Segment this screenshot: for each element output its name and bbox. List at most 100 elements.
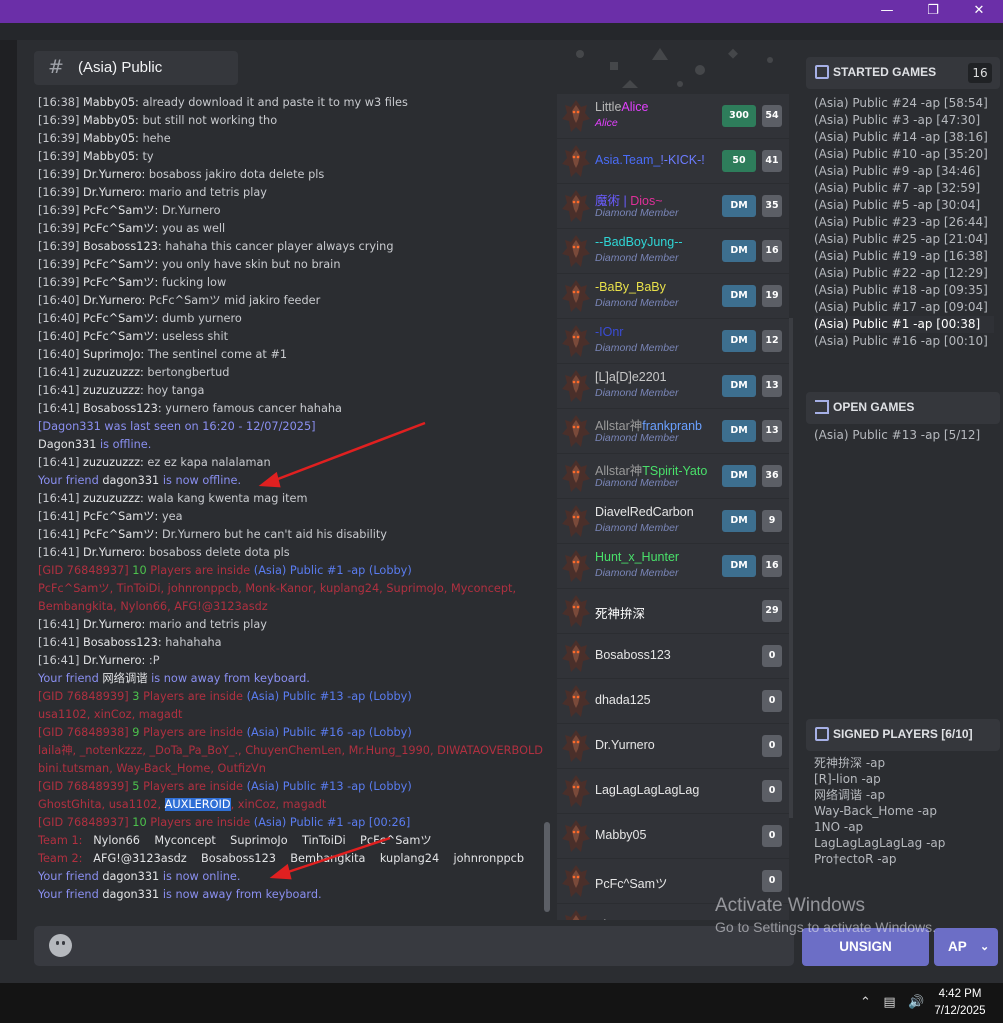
signed-player-item: LagLagLagLagLag -ap bbox=[814, 836, 946, 850]
player-row[interactable]: dhada125 0 bbox=[557, 679, 789, 724]
signed-player-item: [R]-lion -ap bbox=[814, 772, 881, 786]
player-row[interactable]: LagLagLagLagLag 0 bbox=[557, 769, 789, 814]
player-name: LagLagLagLagLag bbox=[595, 783, 700, 797]
channel-title: (Asia) Public bbox=[78, 59, 163, 76]
player-list-scrollbar[interactable] bbox=[789, 318, 793, 818]
chat-input[interactable] bbox=[34, 926, 794, 966]
player-badge: DM bbox=[722, 555, 756, 577]
player-level: 35 bbox=[762, 195, 782, 217]
close-icon[interactable]: ✕ bbox=[956, 0, 1002, 23]
chat-scrollbar-thumb[interactable] bbox=[544, 822, 550, 912]
player-list[interactable]: LittleAlice Alice 300 54 Asia.Team_!-KICK-! 5… bbox=[557, 94, 789, 920]
chevron-down-icon: ⌄ bbox=[980, 941, 990, 953]
player-level: 41 bbox=[762, 150, 782, 172]
ap-dropdown-button[interactable]: AP ⌄ bbox=[934, 928, 998, 966]
started-game-item[interactable]: (Asia) Public #3 -ap [47:30] bbox=[814, 112, 994, 129]
avatar bbox=[561, 144, 591, 178]
player-row[interactable]: LittleAlice Alice 300 54 bbox=[557, 94, 789, 139]
avatar bbox=[561, 99, 591, 133]
chat-message: [16:39] PcFc^Samツ: you only have skin bu… bbox=[38, 258, 341, 271]
player-name: -BaBy_BaBy bbox=[595, 280, 666, 294]
started-game-item[interactable]: (Asia) Public #17 -ap [09:04] bbox=[814, 299, 994, 316]
player-row[interactable]: -BaBy_BaBy Diamond Member DM 19 bbox=[557, 274, 789, 319]
chat-message: [16:39] Mabby05: but still not working t… bbox=[38, 114, 278, 127]
taskbar-clock[interactable]: 4:42 PM 7/12/2025 bbox=[925, 986, 995, 1020]
player-row[interactable]: --BadBoyJung-- Diamond Member DM 16 bbox=[557, 229, 789, 274]
restore-icon[interactable]: ❐ bbox=[910, 0, 956, 23]
started-game-item[interactable]: (Asia) Public #16 -ap [00:10] bbox=[814, 333, 994, 350]
game-player-list: usa1102, xinCoz, magadt bbox=[38, 708, 183, 721]
started-game-item[interactable]: (Asia) Public #22 -ap [12:29] bbox=[814, 265, 994, 282]
player-row[interactable]: -IOnr Diamond Member DM 12 bbox=[557, 319, 789, 364]
started-game-item[interactable]: (Asia) Public #23 -ap [26:44] bbox=[814, 214, 994, 231]
chat-message: [16:38] Mabby05: already download it and… bbox=[38, 96, 408, 109]
player-row[interactable]: Mabby05 0 bbox=[557, 814, 789, 859]
enter-icon bbox=[815, 400, 829, 414]
player-rank: Diamond Member bbox=[595, 297, 679, 309]
player-level: 0 bbox=[762, 735, 782, 757]
player-row[interactable]: 魔術 | Dios~ Diamond Member DM 35 bbox=[557, 184, 789, 229]
started-game-item[interactable]: (Asia) Public #5 -ap [30:04] bbox=[814, 197, 994, 214]
player-row[interactable]: [L]a[D]e2201 Diamond Member DM 13 bbox=[557, 364, 789, 409]
chat-message: [16:41] Dr.Yurnero: bosaboss delete dota… bbox=[38, 546, 290, 559]
player-level: 0 bbox=[762, 825, 782, 847]
emoji-icon[interactable] bbox=[49, 934, 72, 957]
player-name: [L]a[D]e2201 bbox=[595, 370, 667, 384]
player-level: 0 bbox=[762, 645, 782, 667]
player-rank: Diamond Member bbox=[595, 252, 679, 264]
team-1-line: Team 1: Nylon66 Myconcept SuprimoJo TinT… bbox=[38, 834, 432, 847]
system-tray[interactable]: ⌃ ▤ 🔊 bbox=[860, 995, 924, 1010]
activation-watermark: Activate Windows Go to Settings to activ… bbox=[715, 895, 936, 935]
volume-icon[interactable]: 🔊 bbox=[908, 995, 924, 1010]
signed-player-item: Pro†ectoR -ap bbox=[814, 852, 897, 866]
player-badge: 50 bbox=[722, 150, 756, 172]
started-game-item[interactable]: (Asia) Public #18 -ap [09:35] bbox=[814, 282, 994, 299]
started-game-item[interactable]: (Asia) Public #7 -ap [32:59] bbox=[814, 180, 994, 197]
avatar bbox=[561, 774, 591, 808]
player-row[interactable]: Bosaboss123 0 bbox=[557, 634, 789, 679]
player-row[interactable]: DiavelRedCarbon Diamond Member DM 9 bbox=[557, 499, 789, 544]
chat-system-line: [Dagon331 was last seen on 16:20 - 12/07… bbox=[38, 420, 316, 433]
started-game-item[interactable]: (Asia) Public #1 -ap [00:38] bbox=[814, 316, 994, 333]
chat-message: [16:40] SuprimoJo: The sentinel come at … bbox=[38, 348, 288, 361]
chat-message: [16:40] PcFc^Samツ: useless shit bbox=[38, 330, 229, 343]
chevron-up-icon[interactable]: ⌃ bbox=[860, 995, 871, 1010]
player-row[interactable]: Hunt_x_Hunter Diamond Member DM 16 bbox=[557, 544, 789, 589]
toolbar-strip bbox=[0, 23, 1003, 40]
started-game-item[interactable]: (Asia) Public #25 -ap [21:04] bbox=[814, 231, 994, 248]
started-game-item[interactable]: (Asia) Public #9 -ap [34:46] bbox=[814, 163, 994, 180]
network-icon[interactable]: ▤ bbox=[883, 995, 895, 1010]
player-badge: DM bbox=[722, 420, 756, 442]
checkbox-icon bbox=[815, 65, 829, 79]
started-game-item[interactable]: (Asia) Public #14 -ap [38:16] bbox=[814, 129, 994, 146]
player-level: 16 bbox=[762, 240, 782, 262]
player-row[interactable]: 死神拚深 29 bbox=[557, 589, 789, 634]
player-name: 死神拚深 bbox=[595, 607, 646, 621]
selected-text: AUXLEROID bbox=[164, 798, 231, 811]
open-games-list[interactable]: (Asia) Public #13 -ap [5/12] bbox=[814, 427, 994, 444]
signed-players-list: 死神拚深 -ap [R]-lion -ap 网络调谐 -ap Way-Back_Hom… bbox=[814, 755, 994, 867]
player-rank: Diamond Member bbox=[595, 477, 679, 489]
player-row[interactable]: Dr.Yurnero 0 bbox=[557, 724, 789, 769]
player-badge: DM bbox=[722, 510, 756, 532]
minimize-icon[interactable]: — bbox=[864, 0, 910, 23]
player-row[interactable]: Asia.Team_!-KICK-! 50 41 bbox=[557, 139, 789, 184]
chat-log[interactable]: [16:38] Mabby05: already download it and… bbox=[34, 94, 544, 916]
started-game-item[interactable]: (Asia) Public #10 -ap [35:20] bbox=[814, 146, 994, 163]
player-name: DiavelRedCarbon bbox=[595, 505, 694, 519]
game-player-list: Bembangkita, Nylon66, AFG!@3123asdz bbox=[38, 600, 268, 613]
open-game-item[interactable]: (Asia) Public #13 -ap [5/12] bbox=[814, 427, 994, 444]
chat-message: [16:40] PcFc^Samツ: dumb yurnero bbox=[38, 312, 242, 325]
avatar bbox=[561, 864, 591, 898]
player-row[interactable]: Allstar神frankpranb Diamond Member DM 13 bbox=[557, 409, 789, 454]
player-rank: Diamond Member bbox=[595, 522, 679, 534]
hash-icon: # bbox=[48, 56, 64, 78]
chat-scrollbar[interactable] bbox=[544, 94, 550, 916]
chat-message: [16:39] Dr.Yurnero: mario and tetris pla… bbox=[38, 186, 267, 199]
chat-message: [16:41] Bosaboss123: yurnero famous canc… bbox=[38, 402, 342, 415]
chat-message: [16:39] Mabby05: hehe bbox=[38, 132, 171, 145]
started-game-item[interactable]: (Asia) Public #19 -ap [16:38] bbox=[814, 248, 994, 265]
player-row[interactable]: Allstar神TSpirit-Yato Diamond Member DM 36 bbox=[557, 454, 789, 499]
started-game-item[interactable]: (Asia) Public #24 -ap [58:54] bbox=[814, 95, 994, 112]
started-games-list[interactable]: (Asia) Public #24 -ap [58:54] (Asia) Publ… bbox=[814, 95, 994, 350]
